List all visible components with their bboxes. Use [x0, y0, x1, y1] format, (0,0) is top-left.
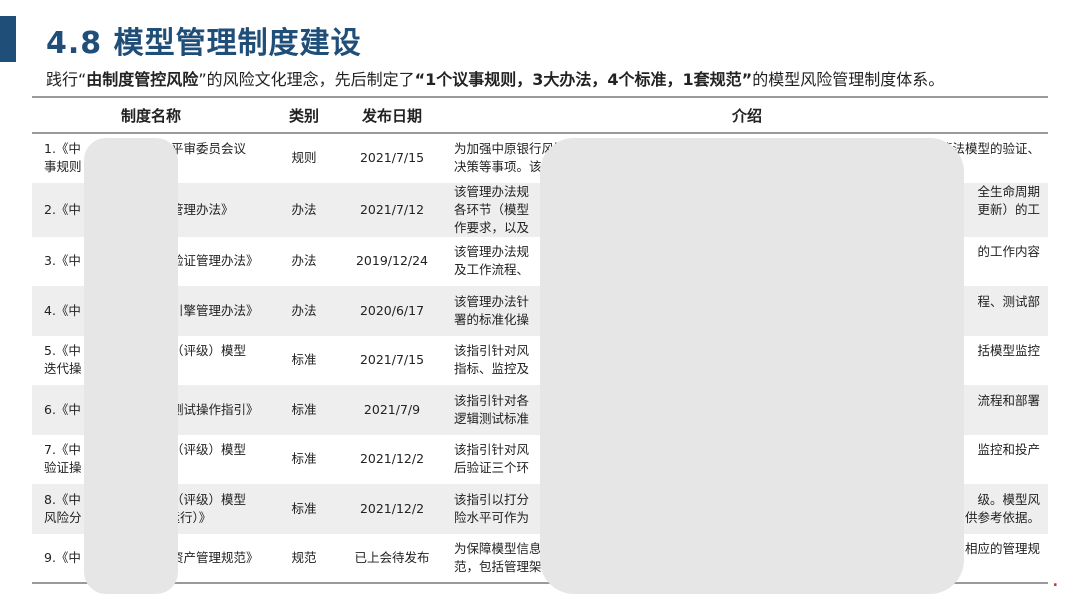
cell-category: 规则: [291, 150, 317, 166]
intro-text: 践行“由制度管控风险”的风险文化理念，先后制定了“1个议事规则，3大办法，4个标…: [46, 70, 945, 89]
cell-date: 2021/12/2: [338, 484, 446, 534]
cell-date: 2021/12/2: [359, 451, 425, 467]
redaction-mask-name: [84, 138, 178, 594]
cell-category: 标准: [291, 451, 317, 467]
header-intro: 介绍: [446, 96, 1048, 134]
cell-category: 规范: [270, 533, 338, 584]
cell-category: 办法: [270, 182, 338, 237]
header-name: 制度名称: [32, 96, 270, 134]
header-date: 发布日期: [338, 96, 446, 134]
cell-date: 2021/7/15: [359, 352, 425, 368]
table-header-row: 制度名称 类别 发布日期 介绍: [32, 96, 1048, 134]
redaction-mask-intro: [540, 138, 964, 594]
cell-date: 2020/6/17: [338, 286, 446, 336]
cell-date: 2021/7/9: [338, 385, 446, 435]
cell-category: 标准: [270, 484, 338, 534]
cell-date: 2019/12/24: [355, 253, 429, 269]
cell-date: 已上会待发布: [338, 533, 446, 584]
cell-category: 标准: [270, 385, 338, 435]
cell-date: 2021/7/12: [338, 182, 446, 237]
cell-date: 2021/7/15: [359, 150, 425, 166]
cell-category: 标准: [291, 352, 317, 368]
header-category: 类别: [270, 96, 338, 134]
intro-bold-2: “1个议事规则，3大办法，4个标准，1套规范”: [414, 70, 753, 89]
page-title: 4.8 模型管理制度建设: [46, 26, 362, 61]
title-accent-bar: [0, 16, 16, 62]
corner-mark: .: [1052, 574, 1058, 590]
intro-bold-1: 由制度管控风险: [86, 70, 199, 89]
cell-category: 办法: [291, 253, 317, 269]
cell-category: 办法: [270, 286, 338, 336]
